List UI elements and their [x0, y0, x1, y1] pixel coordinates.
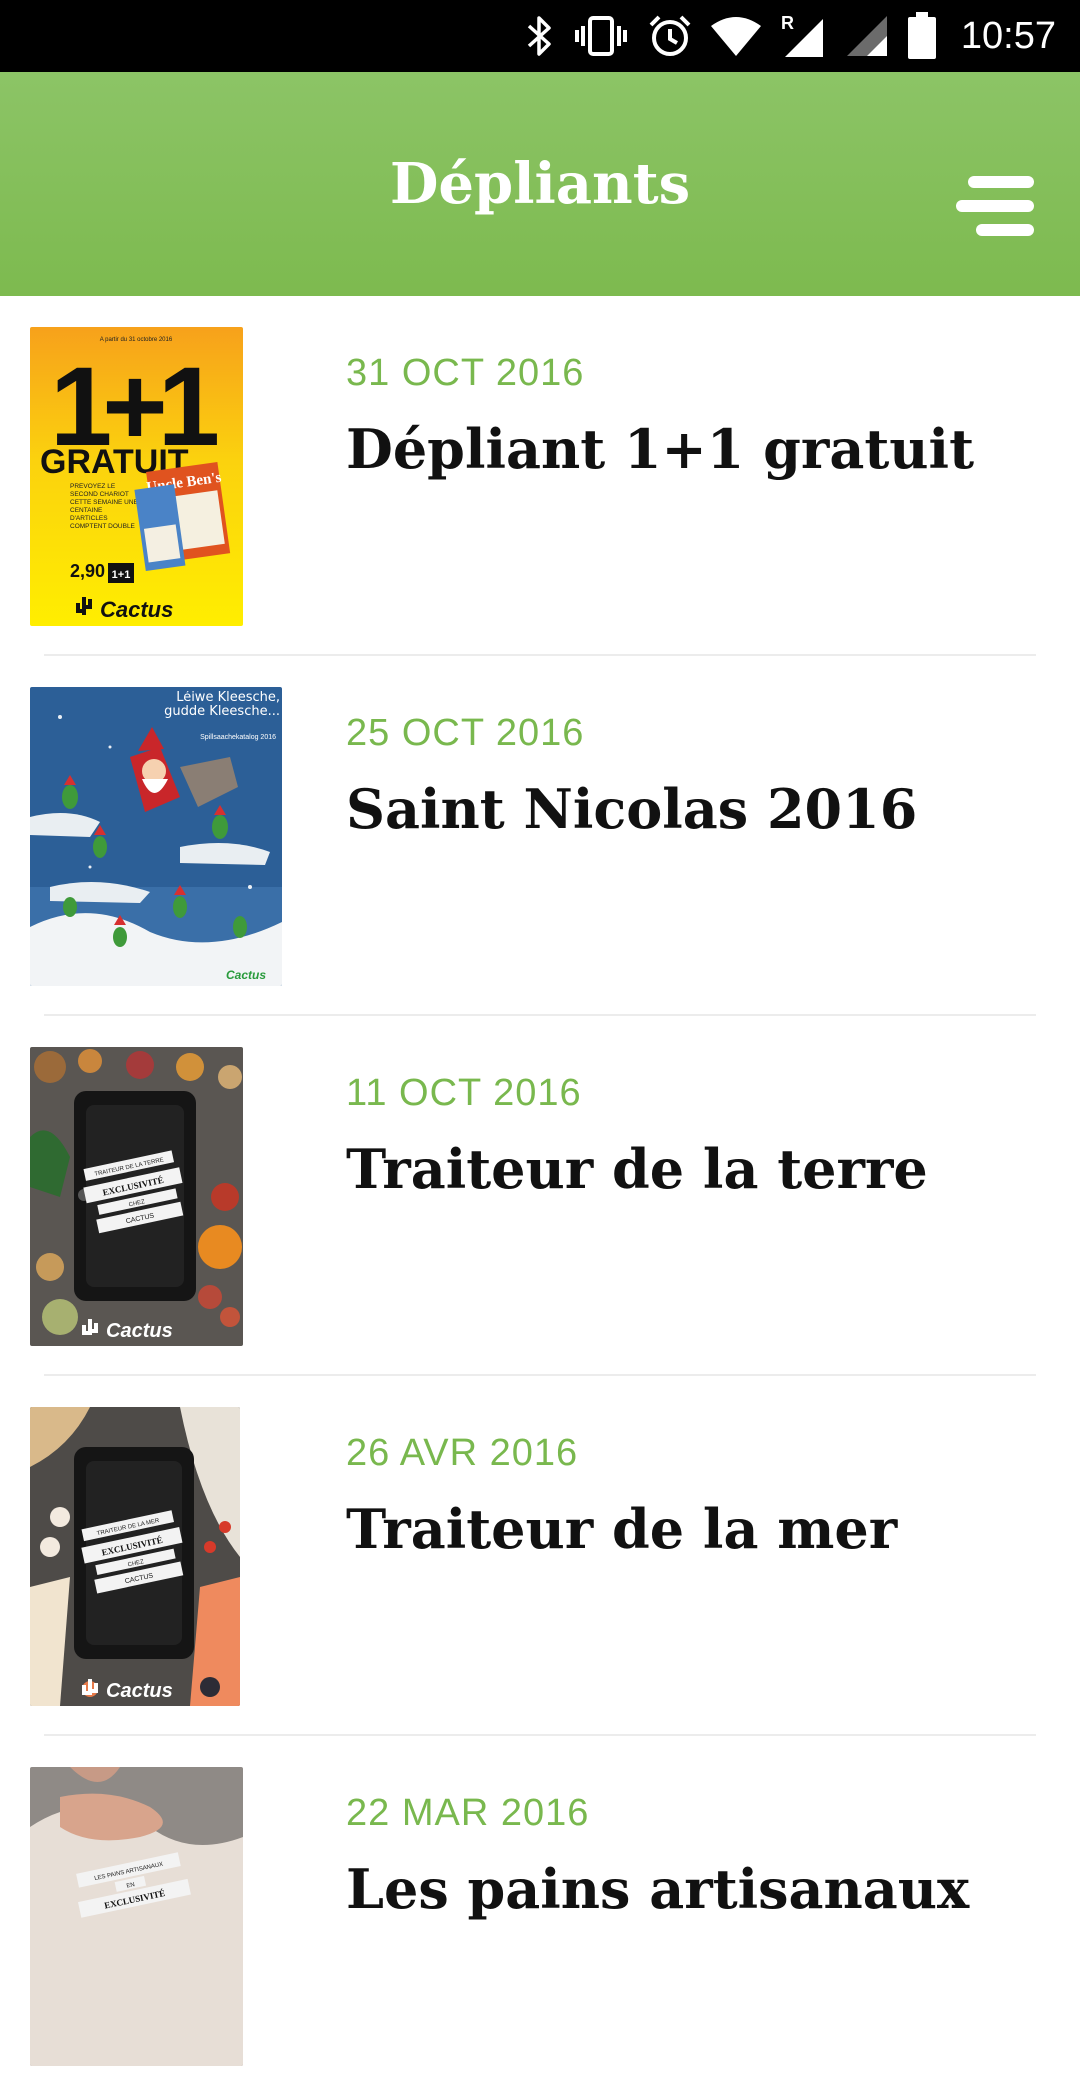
leaflet-cover-image: LES PAINS ARTISANAUX EN EXCLUSIVITÉ — [30, 1767, 243, 2066]
wifi-icon — [710, 12, 761, 60]
svg-text:R: R — [781, 13, 794, 33]
bluetooth-icon — [525, 12, 555, 60]
svg-text:1+1: 1+1 — [112, 569, 131, 581]
leaflet-text: 26 AVR 2016 Traiteur de la mer — [346, 1428, 1040, 1564]
leaflet-date: 26 AVR 2016 — [346, 1432, 579, 1474]
svg-text:Spillsaachekatalog 2016: Spillsaachekatalog 2016 — [200, 734, 276, 741]
leaflet-cover-image: Léiwe Kleesche, gudde Kleesche... Spills… — [30, 687, 282, 986]
leaflet-item[interactable]: LES PAINS ARTISANAUX EN EXCLUSIVITÉ 22 M… — [0, 1736, 1080, 2096]
leaflet-item[interactable]: A partir du 31 octobre 2016 1+1 GRATUIT … — [0, 296, 1080, 656]
leaflet-cover-image: TRAITEUR DE LA MER EXCLUSIVITÉ CHEZ CACT… — [30, 1407, 240, 1706]
leaflet-title: Traiteur de la mer — [346, 1497, 898, 1561]
leaflet-date: 11 OCT 2016 — [346, 1072, 582, 1114]
svg-text:Cactus: Cactus — [226, 968, 266, 982]
leaflet-date: 25 OCT 2016 — [346, 712, 585, 754]
svg-text:Cactus: Cactus — [106, 1680, 173, 1702]
leaflet-item[interactable]: Léiwe Kleesche, gudde Kleesche... Spills… — [0, 656, 1080, 1016]
menu-icon — [968, 176, 1034, 188]
leaflet-title: Dépliant 1+1 gratuit — [346, 417, 975, 481]
menu-icon-line — [956, 200, 1034, 212]
signal-roaming-icon: R — [779, 12, 827, 60]
leaflet-title: Les pains artisanaux — [346, 1857, 970, 1921]
leaflet-text: 25 OCT 2016 Saint Nicolas 2016 — [346, 708, 1040, 844]
leaflet-text: 31 OCT 2016 Dépliant 1+1 gratuit — [346, 348, 1040, 484]
battery-icon — [907, 12, 937, 60]
status-time: 10:57 — [960, 14, 1056, 57]
vibrate-icon — [573, 12, 629, 60]
leaflet-text: 22 MAR 2016 Les pains artisanaux — [346, 1788, 1040, 1924]
menu-button[interactable] — [950, 176, 1034, 236]
alarm-icon — [647, 12, 693, 60]
menu-icon-line — [976, 224, 1034, 236]
leaflet-date: 22 MAR 2016 — [346, 1792, 590, 1834]
leaflet-date: 31 OCT 2016 — [346, 352, 585, 394]
leaflet-cover-image: A partir du 31 octobre 2016 1+1 GRATUIT … — [30, 327, 243, 626]
svg-text:A partir du 31 octobre 2016: A partir du 31 octobre 2016 — [100, 337, 173, 343]
svg-text:2,90: 2,90 — [70, 561, 105, 581]
svg-text:Cactus: Cactus — [100, 597, 173, 622]
leaflet-cover-image: TRAITEUR DE LA TERRE EXCLUSIVITÉ CHEZ CA… — [30, 1047, 243, 1346]
status-icons: R 10:57 — [525, 0, 1080, 72]
leaflet-list: A partir du 31 octobre 2016 1+1 GRATUIT … — [0, 296, 1080, 2096]
leaflet-item[interactable]: TRAITEUR DE LA MER EXCLUSIVITÉ CHEZ CACT… — [0, 1376, 1080, 1736]
leaflet-item[interactable]: TRAITEUR DE LA TERRE EXCLUSIVITÉ CHEZ CA… — [0, 1016, 1080, 1376]
signal-icon — [845, 12, 889, 60]
page-title: Dépliants — [389, 151, 691, 217]
app-bar: Dépliants — [0, 72, 1080, 296]
svg-text:Cactus: Cactus — [106, 1320, 173, 1342]
leaflet-title: Saint Nicolas 2016 — [346, 777, 918, 841]
status-bar: R 10:57 — [0, 0, 1080, 72]
leaflet-title: Traiteur de la terre — [346, 1137, 928, 1201]
leaflet-text: 11 OCT 2016 Traiteur de la terre — [346, 1068, 1040, 1204]
